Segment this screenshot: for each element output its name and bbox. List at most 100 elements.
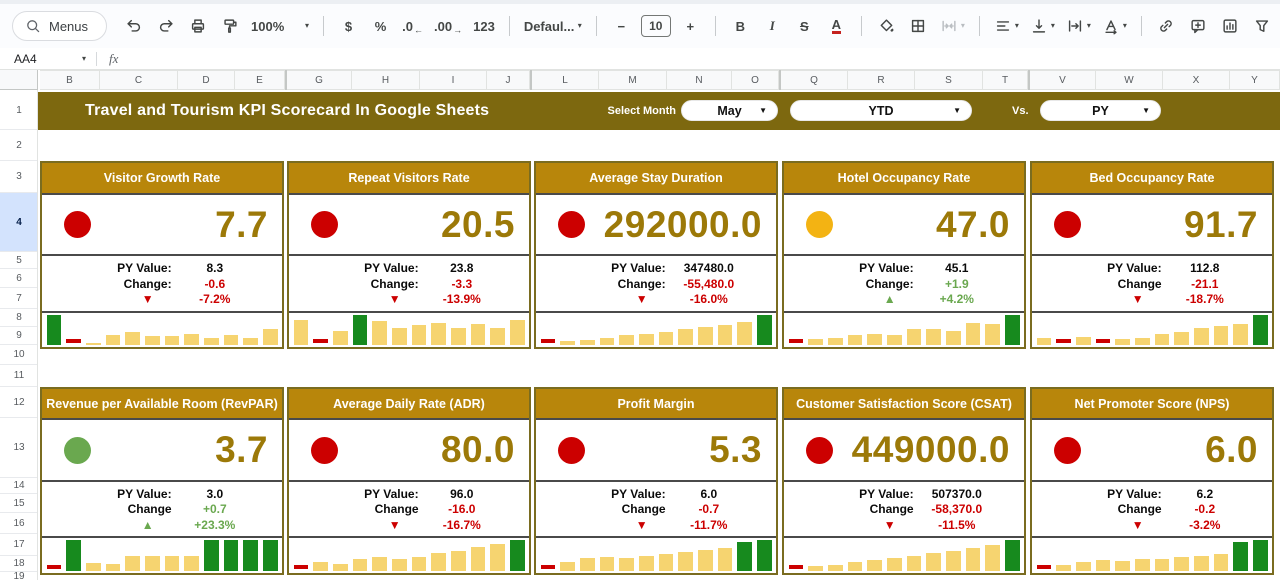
- change-value: -55,480.0: [666, 278, 752, 290]
- font-family-select[interactable]: Defaul...▾: [522, 12, 584, 40]
- insert-chart-button[interactable]: [1218, 12, 1243, 40]
- font-size-input[interactable]: 10: [641, 15, 671, 37]
- column-header-N[interactable]: N: [667, 70, 732, 90]
- row-header-5[interactable]: 5: [0, 252, 38, 269]
- strikethrough-button[interactable]: S: [792, 12, 817, 40]
- kpi-card[interactable]: Net Promoter Score (NPS)6.0PY Value:6.2C…: [1030, 387, 1274, 575]
- sparkline-bar: [1174, 332, 1189, 346]
- column-header-H[interactable]: H: [352, 70, 420, 90]
- decrease-font-size-button[interactable]: −: [609, 12, 634, 40]
- row-header-3[interactable]: 3: [0, 161, 38, 193]
- column-header-J[interactable]: J: [487, 70, 530, 90]
- percent-format-button[interactable]: %: [368, 12, 393, 40]
- paint-format-button[interactable]: [217, 12, 242, 40]
- column-header-M[interactable]: M: [599, 70, 667, 90]
- column-header-T[interactable]: T: [983, 70, 1028, 90]
- currency-format-button[interactable]: $: [336, 12, 361, 40]
- kpi-card[interactable]: Repeat Visitors Rate20.5PY Value:23.8Cha…: [287, 161, 531, 349]
- column-header-L[interactable]: L: [532, 70, 599, 90]
- row-header-4[interactable]: 4: [0, 193, 38, 252]
- kpi-card[interactable]: Bed Occupancy Rate91.7PY Value:112.8Chan…: [1030, 161, 1274, 349]
- fill-color-button[interactable]: [874, 12, 899, 40]
- more-formats-button-label: 123: [473, 19, 495, 34]
- insert-comment-button[interactable]: [1186, 12, 1211, 40]
- row-header-1[interactable]: 1: [0, 92, 38, 130]
- text-color-button[interactable]: A: [824, 12, 849, 40]
- row-header-17[interactable]: 17: [0, 534, 38, 556]
- column-header-E[interactable]: E: [235, 70, 285, 90]
- borders-button[interactable]: [906, 12, 931, 40]
- sparkline-bar: [165, 336, 180, 345]
- increase-font-size-button[interactable]: +: [678, 12, 703, 40]
- column-header-I[interactable]: I: [420, 70, 487, 90]
- kpi-card[interactable]: Revenue per Available Room (RevPAR)3.7PY…: [40, 387, 284, 575]
- kpi-card[interactable]: Average Daily Rate (ADR)80.0PY Value:96.…: [287, 387, 531, 575]
- italic-button[interactable]: I: [760, 12, 785, 40]
- kpi-stats-section: PY Value:96.0Change-16.0▼-16.7%: [289, 480, 529, 536]
- column-header-W[interactable]: W: [1096, 70, 1163, 90]
- filter-icon: [1253, 17, 1271, 35]
- row-header-16[interactable]: 16: [0, 513, 38, 534]
- row-header-9[interactable]: 9: [0, 327, 38, 345]
- row-header-2[interactable]: 2: [0, 130, 38, 161]
- kpi-card[interactable]: Customer Satisfaction Score (CSAT)449000…: [782, 387, 1026, 575]
- column-header-O[interactable]: O: [732, 70, 779, 90]
- stats-line: ▼-18.7%: [1032, 293, 1272, 305]
- month-dropdown[interactable]: May ▼: [681, 100, 778, 121]
- vs-label: Vs.: [1012, 92, 1029, 130]
- row-header-13[interactable]: 13: [0, 418, 38, 478]
- create-filter-button[interactable]: [1250, 12, 1275, 40]
- horizontal-align-button[interactable]: ▾: [992, 12, 1021, 40]
- change-value: +0.7: [172, 503, 258, 515]
- print-button[interactable]: [185, 12, 210, 40]
- column-header-Q[interactable]: Q: [781, 70, 848, 90]
- decrease-decimal-button[interactable]: .0←: [400, 12, 425, 40]
- row-header-14[interactable]: 14: [0, 478, 38, 494]
- column-header-C[interactable]: C: [100, 70, 178, 90]
- row-header-12[interactable]: 12: [0, 387, 38, 418]
- more-formats-button[interactable]: 123: [471, 12, 497, 40]
- kpi-card[interactable]: Hotel Occupancy Rate47.0PY Value:45.1Cha…: [782, 161, 1026, 349]
- menus-button[interactable]: Menus: [12, 11, 107, 41]
- sparkline-bar: [125, 332, 140, 346]
- column-header-Y[interactable]: Y: [1230, 70, 1280, 90]
- zoom-select[interactable]: 100%▾: [249, 12, 311, 40]
- strikethrough-button-label: S: [800, 19, 809, 34]
- bold-button[interactable]: B: [728, 12, 753, 40]
- kpi-card[interactable]: Average Stay Duration292000.0PY Value:34…: [534, 161, 778, 349]
- chevron-down-icon: ▾: [578, 22, 582, 30]
- name-box[interactable]: AA4 ▾: [14, 52, 86, 66]
- row-header-15[interactable]: 15: [0, 494, 38, 513]
- kpi-sparkline: [42, 536, 282, 573]
- text-wrap-button[interactable]: ▾: [1064, 12, 1093, 40]
- redo-button[interactable]: [153, 12, 178, 40]
- row-header-7[interactable]: 7: [0, 288, 38, 309]
- insert-link-button[interactable]: [1154, 12, 1179, 40]
- row-header-10[interactable]: 10: [0, 345, 38, 365]
- compare-dropdown[interactable]: PY ▼: [1040, 100, 1161, 121]
- increase-decimal-button[interactable]: .00→: [432, 12, 464, 40]
- sparkline-bar: [1194, 328, 1209, 345]
- period-dropdown-value: YTD: [869, 104, 894, 118]
- column-header-D[interactable]: D: [178, 70, 235, 90]
- kpi-value: 20.5: [338, 204, 529, 246]
- undo-button[interactable]: [121, 12, 146, 40]
- row-header-19[interactable]: 19: [0, 572, 38, 580]
- merge-cells-button: ▾: [938, 12, 967, 40]
- period-dropdown[interactable]: YTD ▼: [790, 100, 972, 121]
- column-header-X[interactable]: X: [1163, 70, 1230, 90]
- column-header-V[interactable]: V: [1030, 70, 1096, 90]
- column-header-G[interactable]: G: [287, 70, 352, 90]
- row-header-11[interactable]: 11: [0, 365, 38, 387]
- kpi-card[interactable]: Visitor Growth Rate7.7PY Value:8.3Change…: [40, 161, 284, 349]
- vertical-align-button[interactable]: ▾: [1028, 12, 1057, 40]
- kpi-card[interactable]: Profit Margin5.3PY Value:6.0Change-0.7▼-…: [534, 387, 778, 575]
- select-all-corner[interactable]: [0, 70, 38, 90]
- text-rotation-button[interactable]: ▾: [1100, 12, 1129, 40]
- column-header-B[interactable]: B: [40, 70, 100, 90]
- column-header-R[interactable]: R: [848, 70, 915, 90]
- row-header-8[interactable]: 8: [0, 309, 38, 327]
- column-header-S[interactable]: S: [915, 70, 983, 90]
- row-header-6[interactable]: 6: [0, 269, 38, 288]
- row-header-18[interactable]: 18: [0, 556, 38, 572]
